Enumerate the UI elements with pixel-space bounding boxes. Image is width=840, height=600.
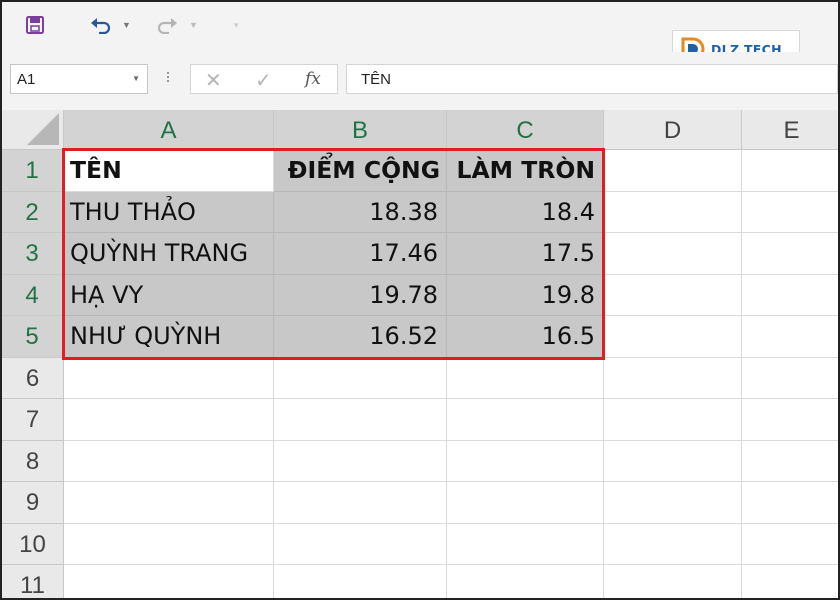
cell-c5[interactable]: 16.5 [447, 316, 604, 358]
cell-b10[interactable] [274, 523, 447, 565]
cell-d6[interactable] [604, 357, 742, 399]
cell-e2[interactable] [742, 192, 838, 233]
column-header-d[interactable]: D [604, 110, 742, 150]
cell-c10[interactable] [447, 523, 604, 565]
row-header-5[interactable]: 5 [2, 316, 64, 358]
row-header-7[interactable]: 7 [2, 399, 64, 441]
cell-e1[interactable] [742, 150, 838, 192]
quick-access-toolbar: ▼ ▼ ▾ DLZ TECH Cùng Bạn Đi Trọn Con Đườn… [2, 2, 838, 68]
cell-e11[interactable] [742, 565, 838, 598]
cell-c3[interactable]: 17.5 [447, 233, 604, 275]
column-header-c[interactable]: C [447, 110, 604, 150]
undo-dropdown-icon[interactable]: ▼ [122, 20, 131, 30]
save-icon[interactable] [22, 12, 48, 38]
column-header-b[interactable]: B [274, 110, 447, 150]
name-box-dropdown-icon[interactable]: ▼ [132, 74, 140, 83]
column-header-a[interactable]: A [64, 110, 274, 150]
cell-a10[interactable] [64, 523, 274, 565]
cell-b4[interactable]: 19.78 [274, 274, 447, 316]
formula-bar-grip-icon[interactable] [165, 70, 171, 90]
cell-a9[interactable] [64, 482, 274, 524]
cell-b3[interactable]: 17.46 [274, 233, 447, 275]
formula-buttons: ✕ ✓ fx [190, 64, 338, 94]
cell-c1[interactable]: LÀM TRÒN [447, 150, 604, 192]
row-header-9[interactable]: 9 [2, 482, 64, 524]
cell-b6[interactable] [274, 357, 447, 399]
cell-a7[interactable] [64, 399, 274, 441]
cell-b1[interactable]: ĐIỂM CỘNG [274, 150, 447, 192]
spreadsheet-window: ▼ ▼ ▾ DLZ TECH Cùng Bạn Đi Trọn Con Đườn… [0, 0, 840, 600]
formula-input-value: TÊN [361, 71, 391, 88]
column-header-e[interactable]: E [742, 110, 838, 150]
cell-d5[interactable] [604, 316, 742, 358]
cell-e9[interactable] [742, 482, 838, 524]
cell-a11[interactable] [64, 565, 274, 598]
cell-c7[interactable] [447, 399, 604, 441]
row-header-2[interactable]: 2 [2, 191, 64, 233]
row-header-8[interactable]: 8 [2, 440, 64, 482]
row-header-3[interactable]: 3 [2, 233, 64, 275]
cell-d7[interactable] [604, 399, 742, 441]
cell-b11[interactable] [274, 565, 447, 598]
formula-bar: A1 ▼ ✕ ✓ fx TÊN [2, 52, 838, 110]
name-box-value: A1 [17, 71, 36, 88]
cell-c2[interactable]: 18.4 [447, 191, 604, 233]
cell-c11[interactable] [447, 565, 604, 598]
cell-e8[interactable] [742, 441, 838, 482]
row-header-6[interactable]: 6 [2, 357, 64, 399]
redo-dropdown-icon[interactable]: ▼ [189, 20, 198, 30]
cell-a3[interactable]: QUỲNH TRANG [64, 233, 274, 275]
cell-e10[interactable] [742, 524, 838, 565]
row-header-10[interactable]: 10 [2, 523, 64, 565]
cell-d8[interactable] [604, 440, 742, 482]
insert-function-icon[interactable]: fx [305, 69, 321, 89]
cell-d2[interactable] [604, 191, 742, 233]
select-all-button[interactable] [2, 110, 64, 150]
customize-toolbar-icon[interactable]: ▾ [234, 20, 239, 31]
cell-d4[interactable] [604, 274, 742, 316]
row-header-1[interactable]: 1 [2, 150, 64, 192]
cell-a5[interactable]: NHƯ QUỲNH [64, 316, 274, 358]
cell-e4[interactable] [742, 275, 838, 316]
cell-e5[interactable] [742, 316, 838, 358]
redo-icon[interactable] [154, 12, 180, 38]
cell-a6[interactable] [64, 357, 274, 399]
cell-b5[interactable]: 16.52 [274, 316, 447, 358]
cell-d9[interactable] [604, 482, 742, 524]
cell-a4[interactable]: HẠ VY [64, 274, 274, 316]
cell-a2[interactable]: THU THẢO [64, 191, 274, 233]
cell-e3[interactable] [742, 233, 838, 275]
cell-c9[interactable] [447, 482, 604, 524]
cell-b8[interactable] [274, 440, 447, 482]
cell-c8[interactable] [447, 440, 604, 482]
row-header-4[interactable]: 4 [2, 274, 64, 316]
cancel-icon[interactable]: ✕ [205, 68, 222, 93]
cell-c6[interactable] [447, 357, 604, 399]
formula-input[interactable]: TÊN [346, 64, 838, 94]
cell-b9[interactable] [274, 482, 447, 524]
cell-b2[interactable]: 18.38 [274, 191, 447, 233]
worksheet-grid[interactable]: A B C D E 1 2 3 4 5 6 7 8 9 10 11 TÊN ĐI… [2, 110, 838, 598]
cell-d3[interactable] [604, 233, 742, 275]
cell-b7[interactable] [274, 399, 447, 441]
cell-a8[interactable] [64, 440, 274, 482]
name-box[interactable]: A1 ▼ [10, 64, 148, 94]
cell-d10[interactable] [604, 523, 742, 565]
cell-d11[interactable] [604, 565, 742, 598]
cell-a1[interactable]: TÊN [64, 150, 274, 192]
row-header-11[interactable]: 11 [2, 565, 64, 598]
cell-e7[interactable] [742, 399, 838, 441]
cell-e6[interactable] [742, 358, 838, 399]
cell-d1[interactable] [604, 150, 742, 192]
undo-icon[interactable] [88, 12, 114, 38]
cell-c4[interactable]: 19.8 [447, 274, 604, 316]
enter-icon[interactable]: ✓ [255, 68, 272, 93]
